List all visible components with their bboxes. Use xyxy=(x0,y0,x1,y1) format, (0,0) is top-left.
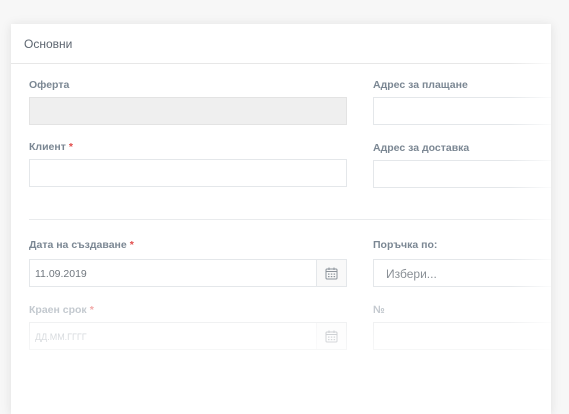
number-label-text: № xyxy=(373,304,385,316)
order-by-select[interactable]: Избери... xyxy=(373,259,551,287)
calendar-icon xyxy=(325,267,338,279)
order-by-placeholder: Избери... xyxy=(386,267,437,281)
panel-header: Основни xyxy=(11,24,551,64)
required-marker: * xyxy=(89,304,94,316)
shipping-address-field[interactable] xyxy=(373,160,551,188)
client-label: Клиент * xyxy=(29,141,73,153)
deadline-label-text: Краен срок xyxy=(29,304,87,316)
created-date-label: Дата на създаване * xyxy=(29,239,134,251)
shipping-address-label-text: Адрес за доставка xyxy=(373,142,470,154)
created-date-value: 11.09.2019 xyxy=(35,268,87,280)
required-marker: * xyxy=(68,141,73,153)
billing-address-label-text: Адрес за плащане xyxy=(373,79,468,91)
offer-label: Оферта xyxy=(29,79,69,91)
offer-label-text: Оферта xyxy=(29,79,70,91)
deadline-picker-button[interactable] xyxy=(316,323,346,349)
billing-address-field[interactable] xyxy=(373,97,551,125)
client-field[interactable] xyxy=(29,159,347,187)
billing-address-label: Адрес за плащане xyxy=(373,79,468,91)
number-field[interactable] xyxy=(373,322,551,350)
number-label: № xyxy=(373,304,385,316)
calendar-icon xyxy=(325,330,338,342)
client-label-text: Клиент xyxy=(29,141,66,153)
created-date-picker-button[interactable] xyxy=(316,260,346,286)
deadline-label: Краен срок * xyxy=(29,304,94,316)
offer-field xyxy=(29,97,347,125)
deadline-field[interactable]: ДД.ММ.ГГГГ xyxy=(29,322,347,350)
created-date-label-text: Дата на създаване xyxy=(29,239,127,251)
section-divider xyxy=(29,219,551,220)
panel-title: Основни xyxy=(24,37,73,51)
order-by-label: Поръчка по: xyxy=(373,239,437,251)
basic-info-panel: Основни Оферта Адрес за плащане Клиент * … xyxy=(11,24,551,414)
required-marker: * xyxy=(129,239,134,251)
shipping-address-label: Адрес за доставка xyxy=(373,142,469,154)
deadline-placeholder: ДД.ММ.ГГГГ xyxy=(35,332,87,342)
order-by-label-text: Поръчка по: xyxy=(373,239,438,251)
created-date-field[interactable]: 11.09.2019 xyxy=(29,259,347,287)
